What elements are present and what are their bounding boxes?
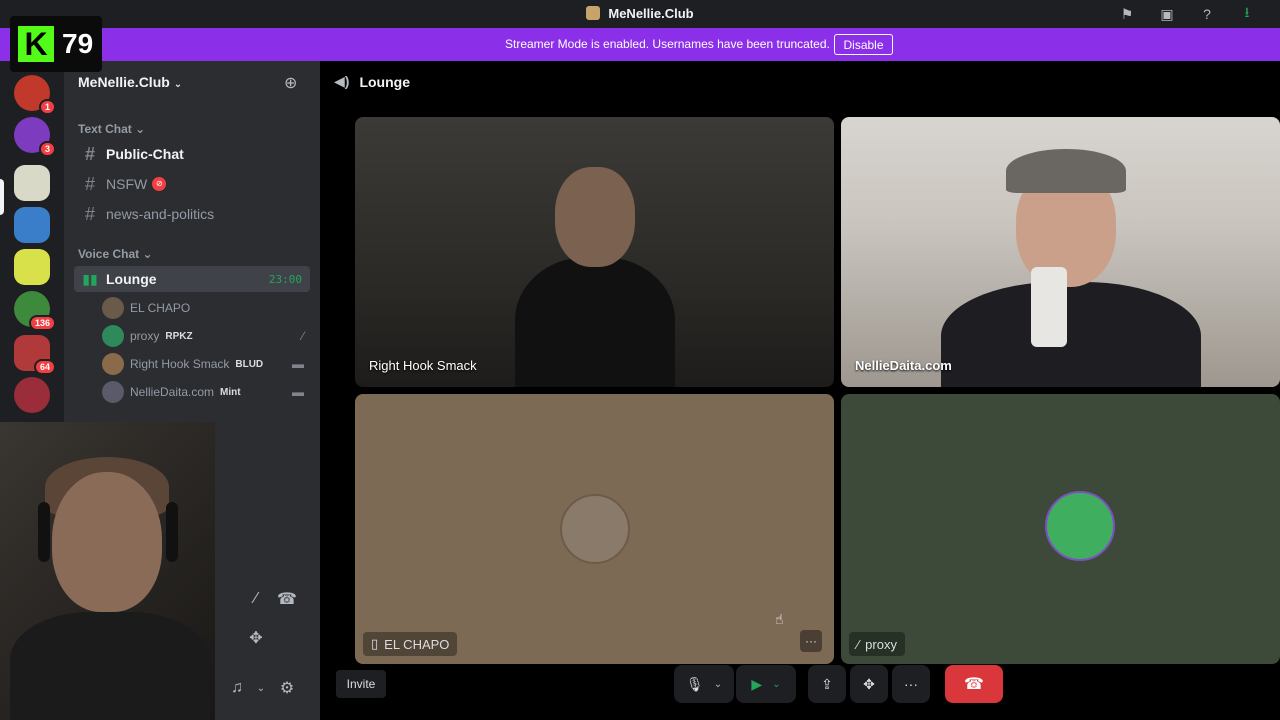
server-icon[interactable]: 1: [14, 75, 56, 115]
headset-icon[interactable]: ♫: [225, 676, 249, 700]
more-options-button[interactable]: ···: [892, 665, 930, 703]
category-voice-chat[interactable]: Voice Chat ⌄: [78, 247, 153, 261]
app-icon: [586, 6, 601, 20]
voice-member[interactable]: EL CHAPO: [102, 295, 312, 321]
server-icon[interactable]: 136: [14, 291, 56, 331]
help-icon[interactable]: ?: [1198, 5, 1216, 23]
phone-icon: ▯: [371, 636, 379, 651]
hash-icon: #: [84, 143, 95, 164]
channel-news-and-politics[interactable]: # news-and-politics: [74, 201, 310, 227]
invite-button[interactable]: Invite: [336, 670, 386, 698]
activities-icon[interactable]: ✥: [244, 626, 268, 650]
settings-gear-icon[interactable]: ⚙: [275, 676, 299, 700]
voice-activity-icon: ▮▮: [82, 270, 98, 287]
microphone-toggle[interactable]: 🎙 ⌄: [674, 665, 734, 703]
category-text-chat[interactable]: Text Chat ⌄: [78, 122, 145, 136]
speaker-icon: ◀): [334, 73, 350, 89]
channel-public-chat[interactable]: # Public-Chat: [74, 141, 310, 167]
activities-icon: ✥: [863, 675, 875, 692]
camera-icon: ▬: [292, 357, 304, 371]
avatar: [102, 297, 124, 319]
mention-badge: 3: [38, 141, 56, 157]
mouse-cursor-icon: ☝: [775, 611, 784, 627]
camera-toggle[interactable]: ▶ ⌄: [736, 665, 796, 703]
selected-server-pill: [0, 179, 4, 215]
tile-username-pill: ⁄ proxy: [849, 632, 905, 656]
nsfw-icon: ⊘: [152, 177, 167, 191]
video-tile-proxy[interactable]: ⁄ proxy: [841, 394, 1280, 664]
screen-share-icon: ⇪: [821, 675, 833, 692]
banner-message: Streamer Mode is enabled. Usernames have…: [505, 37, 830, 51]
screen-share-button[interactable]: ⇪: [808, 665, 846, 703]
inbox-icon[interactable]: ▣: [1158, 5, 1176, 23]
voice-channel-lounge[interactable]: ▮▮ Lounge 23:00: [74, 266, 310, 292]
server-icon[interactable]: [14, 249, 50, 285]
server-icon[interactable]: 3: [14, 117, 56, 157]
member-tag: BLUD: [235, 358, 264, 370]
voice-timer: 23:00: [268, 272, 302, 286]
server-icon[interactable]: [14, 165, 50, 201]
kick-viewer-overlay: K 79: [10, 16, 102, 72]
chevron-down-icon[interactable]: ⌄: [249, 676, 273, 700]
mention-badge: 136: [28, 315, 56, 331]
avatar: [560, 494, 630, 564]
microphone-icon: 🎙: [685, 675, 704, 692]
tile-username: NellieDaita.com: [855, 358, 952, 373]
invite-people-icon[interactable]: ⊕: [284, 73, 297, 93]
leave-call-button[interactable]: ☎: [945, 665, 1003, 703]
hash-icon: #: [84, 173, 95, 194]
member-tag: RPKZ: [165, 330, 193, 342]
video-tile-nelliedaita[interactable]: NellieDaita.com: [841, 117, 1280, 387]
chevron-down-icon[interactable]: ⌄: [714, 679, 722, 690]
more-icon: ···: [904, 676, 918, 692]
flag-icon[interactable]: ⚑: [1118, 5, 1136, 23]
window-title: MeNellie.Club: [0, 6, 1280, 21]
voice-call-area: ◀) Lounge Right Hook Smack NellieDaita.co…: [320, 61, 1280, 720]
more-options-button[interactable]: ···: [800, 630, 822, 652]
camera-icon: ▶: [751, 675, 763, 692]
chevron-down-icon: ⌄: [173, 79, 183, 90]
chevron-down-icon: ⌄: [135, 122, 146, 136]
kick-logo-icon: K: [18, 26, 54, 62]
avatar: [1045, 491, 1115, 561]
server-name-header[interactable]: MeNellie.Club ⌄: [78, 74, 182, 90]
hash-icon: #: [84, 203, 95, 224]
mention-badge: 64: [33, 359, 56, 375]
voice-member[interactable]: proxy RPKZ ⁄: [102, 323, 312, 349]
title-bar-icons: ⚑ ▣ ? ⭳: [1118, 4, 1256, 23]
tile-username: Right Hook Smack: [369, 358, 477, 373]
channel-nsfw[interactable]: # NSFW ⊘: [74, 171, 310, 197]
avatar: [102, 325, 124, 347]
download-icon[interactable]: ⭳: [1238, 4, 1256, 23]
headphones-icon: [38, 502, 50, 562]
streamer-webcam-overlay: [0, 422, 215, 720]
disconnect-icon[interactable]: ☎: [275, 587, 299, 611]
voice-member[interactable]: Right Hook Smack BLUD ▬: [102, 351, 312, 377]
member-tag: Mint: [220, 386, 241, 398]
avatar: [102, 353, 124, 375]
mute-icon[interactable]: ⁄: [244, 587, 268, 611]
camera-icon: ▬: [292, 385, 304, 399]
server-icon[interactable]: [14, 377, 50, 413]
tile-username-pill: ▯ EL CHAPO: [363, 632, 458, 656]
mic-muted-icon: ⁄: [301, 329, 304, 343]
voice-member[interactable]: NellieDaita.com Mint ▬: [102, 379, 312, 405]
avatar: [102, 381, 124, 403]
server-icon[interactable]: [14, 207, 50, 243]
mic-muted-icon: ⁄: [857, 636, 860, 652]
streamer-mode-banner: Streamer Mode is enabled. Usernames have…: [0, 28, 1280, 61]
chevron-down-icon[interactable]: ⌄: [772, 679, 780, 690]
viewer-count: 79: [62, 28, 94, 59]
mention-badge: 1: [38, 99, 56, 115]
chevron-down-icon: ⌄: [142, 247, 153, 261]
video-tile-right-hook-smack[interactable]: Right Hook Smack: [355, 117, 834, 387]
server-icon[interactable]: 64: [14, 335, 56, 375]
activities-button[interactable]: ✥: [850, 665, 888, 703]
disable-streamer-mode-button[interactable]: Disable: [834, 34, 893, 55]
hang-up-icon: ☎: [964, 676, 984, 693]
webcam-person: [10, 612, 210, 720]
title-bar: MeNellie.Club ⚑ ▣ ? ⭳: [0, 0, 1280, 28]
call-header: ◀) Lounge: [334, 73, 410, 90]
video-tile-el-chapo[interactable]: ▯ EL CHAPO ···: [355, 394, 834, 664]
